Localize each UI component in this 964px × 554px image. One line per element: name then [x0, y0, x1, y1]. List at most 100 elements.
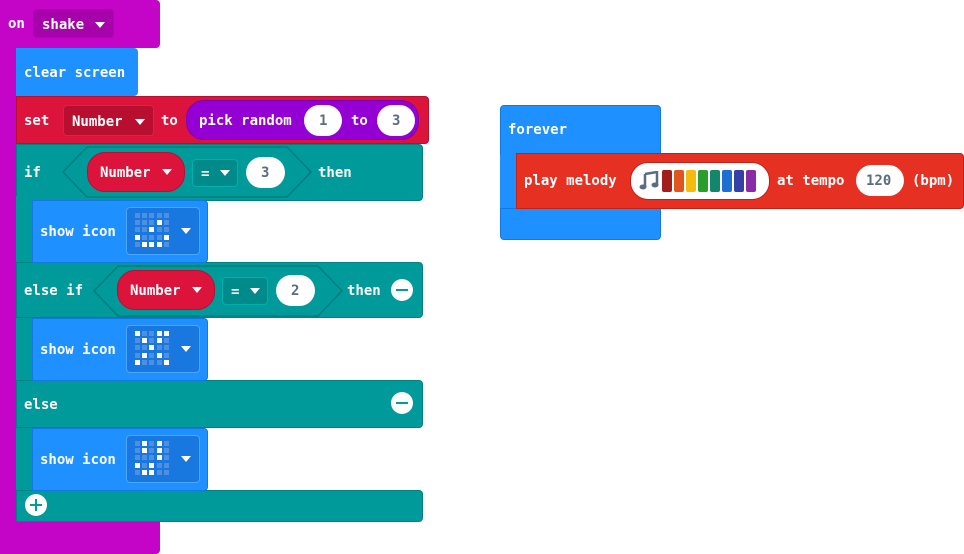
led-cell: [156, 338, 162, 344]
led-cell: [149, 234, 155, 240]
led-cell: [156, 462, 162, 468]
happy-face-icon: [135, 441, 171, 477]
show-icon-label: show icon: [40, 452, 116, 468]
else-if-compare-value: 2: [291, 283, 300, 299]
led-cell: [163, 241, 169, 247]
to-label: to: [351, 113, 368, 129]
led-cell: [163, 352, 169, 358]
chevron-down-icon: [192, 287, 202, 293]
bpm-label: (bpm): [912, 173, 955, 189]
led-cell: [142, 227, 148, 233]
melody-editor[interactable]: [630, 162, 770, 200]
melody-note-bar: [686, 170, 696, 192]
led-cell: [135, 345, 140, 351]
melody-note-bar: [746, 170, 756, 192]
add-else-if-icon[interactable]: [25, 494, 47, 516]
if-block-footer: [16, 490, 423, 522]
music-note-icon: [639, 171, 659, 190]
then-label: then: [347, 283, 381, 299]
random-min-input[interactable]: 1: [304, 105, 342, 136]
led-cell: [135, 234, 140, 240]
led-cell: [135, 338, 140, 344]
led-cell: [135, 455, 140, 461]
chevron-down-icon: [181, 228, 191, 234]
random-max-value: 3: [392, 113, 401, 129]
led-cell: [163, 213, 169, 218]
led-cell: [149, 220, 155, 226]
led-cell: [149, 331, 155, 336]
led-cell: [142, 352, 148, 358]
led-cell: [135, 241, 140, 247]
else-if-variable-value: Number: [130, 283, 181, 299]
led-cell: [142, 469, 148, 475]
melody-preview: [662, 170, 762, 192]
led-cell: [135, 441, 140, 446]
confused-face-icon: [135, 213, 171, 249]
chevron-down-icon: [162, 169, 172, 175]
led-cell: [163, 338, 169, 344]
led-cell: [149, 455, 155, 461]
led-cell: [142, 220, 148, 226]
on-shake-footer: [0, 522, 160, 554]
led-cell: [156, 359, 162, 365]
remove-else-if-icon[interactable]: [391, 279, 413, 301]
led-cell: [156, 448, 162, 454]
on-shake-spine: [0, 40, 16, 530]
led-cell: [156, 234, 162, 240]
led-cell: [163, 448, 169, 454]
variable-dropdown[interactable]: Number: [63, 105, 154, 136]
surprised-face-icon: [135, 331, 171, 367]
gesture-dropdown[interactable]: shake: [33, 9, 114, 38]
show-icon-label: show icon: [40, 224, 116, 240]
icon-picker-2[interactable]: [126, 325, 200, 373]
forever-label: forever: [508, 122, 568, 138]
if-variable-reporter[interactable]: Number: [87, 152, 185, 192]
then-label: then: [318, 165, 352, 181]
led-cell: [163, 359, 169, 365]
led-cell: [149, 352, 155, 358]
icon-picker-3[interactable]: [126, 435, 200, 483]
at-tempo-label: at tempo: [777, 173, 845, 189]
else-block[interactable]: [16, 380, 423, 428]
melody-note-bar: [734, 170, 744, 192]
led-cell: [149, 469, 155, 475]
pick-random-label: pick random: [199, 113, 292, 129]
else-if-operator-dropdown[interactable]: =: [222, 277, 268, 305]
led-cell: [163, 462, 169, 468]
if-compare-input[interactable]: 3: [246, 157, 285, 188]
led-cell: [142, 455, 148, 461]
led-cell: [135, 227, 140, 233]
led-cell: [156, 227, 162, 233]
led-cell: [156, 352, 162, 358]
led-cell: [142, 331, 148, 336]
led-cell: [142, 441, 148, 446]
led-cell: [135, 213, 140, 218]
led-cell: [149, 345, 155, 351]
melody-note-bar: [674, 170, 684, 192]
led-cell: [163, 441, 169, 446]
random-max-input[interactable]: 3: [377, 105, 415, 136]
else-if-variable-reporter[interactable]: Number: [117, 270, 215, 310]
led-cell: [135, 359, 140, 365]
led-cell: [149, 213, 155, 218]
set-label: set: [24, 113, 50, 129]
led-cell: [149, 338, 155, 344]
icon-picker-1[interactable]: [126, 207, 200, 255]
led-cell: [135, 469, 140, 475]
melody-note-bar: [710, 170, 720, 192]
chevron-down-icon: [220, 170, 230, 176]
led-cell: [142, 448, 148, 454]
remove-else-icon[interactable]: [391, 392, 413, 414]
if-block-spine: [16, 196, 32, 522]
if-operator-value: =: [201, 166, 210, 182]
tempo-value: 120: [866, 173, 892, 189]
led-cell: [156, 220, 162, 226]
else-if-compare-input[interactable]: 2: [276, 275, 315, 306]
variable-value: Number: [72, 114, 123, 130]
led-cell: [163, 234, 169, 240]
if-operator-dropdown[interactable]: =: [192, 159, 238, 187]
else-label: else: [24, 397, 58, 413]
led-cell: [149, 462, 155, 468]
forever-spine: [500, 155, 516, 215]
tempo-input[interactable]: 120: [856, 165, 904, 196]
